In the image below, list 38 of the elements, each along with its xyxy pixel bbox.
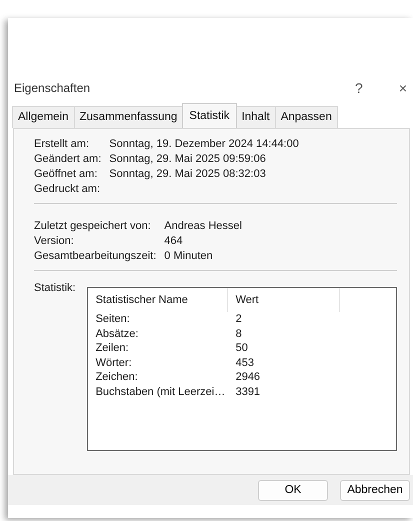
statistics-label: Statistik: bbox=[34, 281, 76, 296]
tab[interactable]: Anpassen bbox=[274, 106, 338, 128]
table-cell-text: Zeilen: bbox=[94, 341, 130, 356]
field-label: Gesamtbearbeitungszeit: bbox=[34, 249, 156, 264]
column-header[interactable]: Statistischer Name bbox=[88, 288, 228, 312]
table-cell-text: Zeichen: bbox=[94, 370, 139, 385]
table-cell-text: Buchstaben (mit Leerzei… bbox=[94, 384, 226, 400]
table-cell-text: Seiten: bbox=[94, 312, 131, 327]
column-header[interactable]: Wert bbox=[228, 288, 340, 312]
table-cell-text: Absätze: bbox=[94, 326, 140, 342]
table-cell-text: 3391 bbox=[234, 384, 262, 400]
dialog-button[interactable]: Abbrechen bbox=[340, 480, 410, 501]
table-cell-text: 50 bbox=[234, 341, 249, 356]
table-cell-text: 8 bbox=[234, 326, 243, 342]
field-label: Gedruckt am: bbox=[34, 182, 102, 198]
table-cell-text: Wörter: bbox=[94, 356, 133, 370]
dialog-button[interactable]: OK bbox=[258, 480, 328, 501]
field-label: Geöffnet am: bbox=[34, 167, 98, 182]
field-value: Sonntag, 29. Mai 2025 08:32:03 bbox=[109, 167, 267, 182]
field-label: Geändert am: bbox=[34, 152, 102, 168]
field-label: Erstellt am: bbox=[34, 137, 90, 152]
tab[interactable]: Allgemein bbox=[12, 106, 74, 128]
table-cell-text: 2 bbox=[234, 312, 243, 327]
field-value: 0 Minuten bbox=[164, 249, 214, 264]
field-value: Andreas Hessel bbox=[164, 219, 243, 234]
field-value: Sonntag, 19. Dezember 2024 14:44:00 bbox=[109, 137, 300, 152]
tab[interactable]: Statistik bbox=[182, 103, 237, 128]
window-title: Eigenschaften bbox=[14, 80, 90, 97]
tab[interactable]: Zusammenfassung bbox=[74, 106, 184, 128]
field-label: Zuletzt gespeichert von: bbox=[34, 219, 152, 234]
table-cell-text: 453 bbox=[234, 356, 255, 370]
field-value: 464 bbox=[164, 234, 184, 250]
tab[interactable]: Inhalt bbox=[236, 106, 276, 128]
field-value: Sonntag, 29. Mai 2025 09:59:06 bbox=[109, 152, 267, 168]
close-button[interactable]: × bbox=[380, 78, 413, 98]
table-cell-text: 2946 bbox=[234, 370, 262, 385]
field-label: Version: bbox=[34, 234, 75, 250]
help-button[interactable]: ? bbox=[337, 78, 381, 98]
